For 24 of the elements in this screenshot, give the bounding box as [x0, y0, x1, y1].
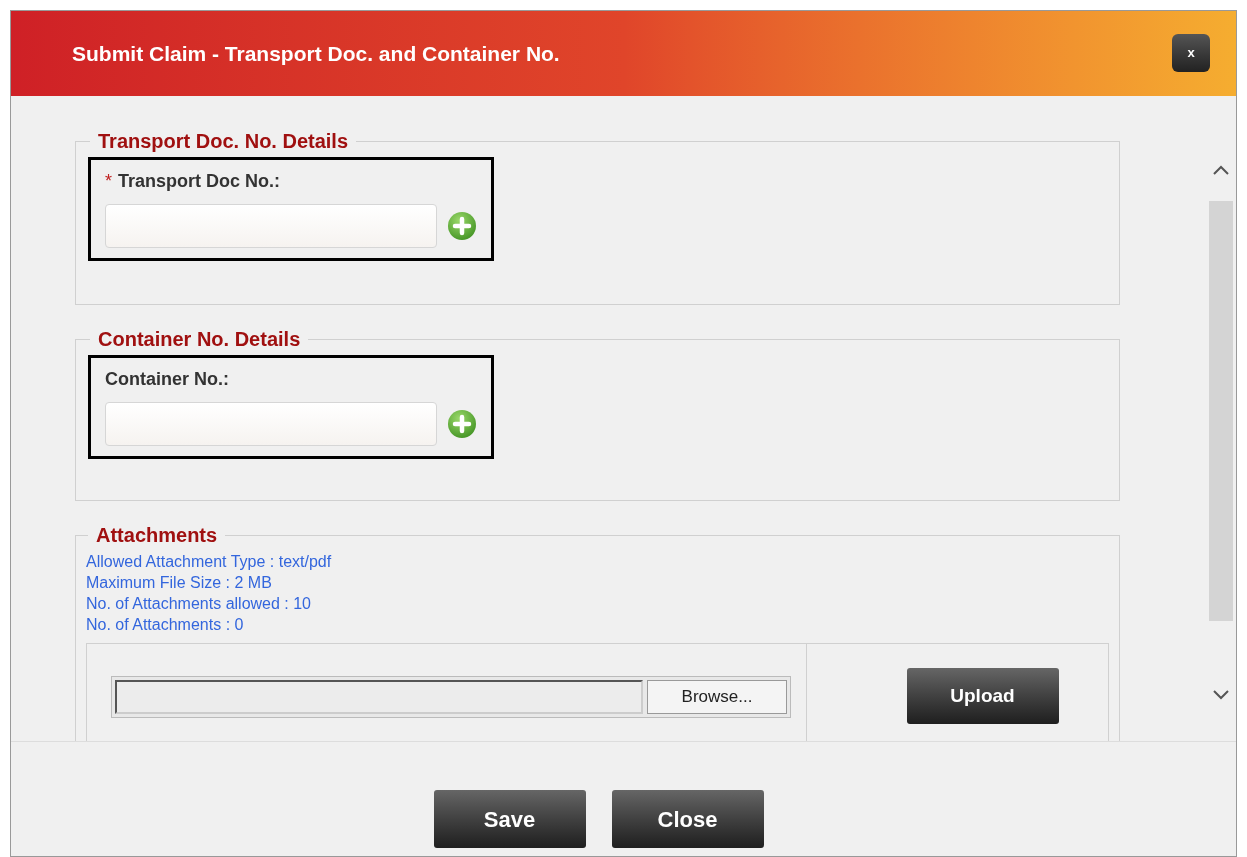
browse-button[interactable]: Browse... — [647, 680, 787, 714]
file-field[interactable]: Browse... — [111, 676, 791, 718]
scroll-down-icon[interactable] — [1212, 689, 1230, 701]
field-label: Container No.: — [105, 367, 229, 391]
add-icon[interactable] — [447, 409, 477, 439]
section-legend: Container No. Details — [90, 327, 309, 351]
attachment-info: Allowed Attachment Type : text/pdf — [86, 552, 333, 572]
section-legend: Transport Doc. No. Details — [90, 129, 357, 153]
attachment-info: No. of Attachments allowed : 10 — [86, 594, 312, 614]
add-icon[interactable] — [447, 211, 477, 241]
attachment-info: No. of Attachments : 0 — [86, 615, 245, 635]
window-title: Submit Claim - Transport Doc. and Container No. — [72, 40, 560, 67]
dismiss-x-button[interactable]: x — [1172, 33, 1210, 72]
input-field[interactable] — [105, 402, 437, 446]
scrollbar-thumb[interactable] — [1209, 201, 1233, 621]
footer-button[interactable]: Close — [611, 790, 764, 848]
required-mark: * — [105, 169, 112, 193]
scroll-up-icon[interactable] — [1212, 164, 1230, 176]
footer-button[interactable]: Save — [433, 790, 586, 848]
upload-button[interactable]: Upload — [906, 668, 1059, 724]
field-label: Transport Doc No.: — [118, 169, 281, 193]
section-legend: Attachments — [88, 523, 226, 547]
attachment-info: Maximum File Size : 2 MB — [86, 573, 273, 593]
input-field[interactable] — [105, 204, 437, 248]
